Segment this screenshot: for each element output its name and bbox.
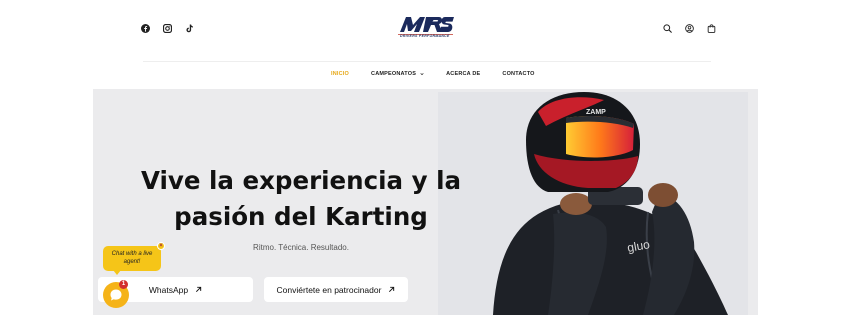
chevron-down-icon <box>420 73 424 76</box>
close-icon[interactable]: × <box>157 242 165 250</box>
hero-headline: Vive la experiencia y la pasión del Kart… <box>93 163 509 235</box>
social-links <box>141 24 194 33</box>
header-divider <box>143 61 711 62</box>
notification-badge: 1 <box>119 280 128 289</box>
search-icon[interactable] <box>662 23 672 33</box>
cart-icon[interactable] <box>706 23 716 33</box>
instagram-icon[interactable] <box>163 24 172 33</box>
nav-item-inicio[interactable]: INICIO <box>331 71 349 77</box>
main-nav: INICIO CAMPEONATOS ACERCA DE CONTACTO <box>331 71 535 77</box>
sponsor-button[interactable]: Conviértete en patrocinador <box>264 277 408 302</box>
arrow-up-right-icon <box>389 286 395 293</box>
hero-headline-line1: Vive la experiencia y la <box>140 166 462 195</box>
tiktok-icon[interactable] <box>185 24 194 33</box>
helmet-brand-text: ZAMP <box>586 109 606 116</box>
hero-headline-line2: pasión del Karting <box>174 202 428 231</box>
chat-bubble[interactable]: Chat with a live agent! <box>103 246 161 271</box>
whatsapp-button-label: WhatsApp <box>148 284 189 295</box>
chat-bubble-tail <box>113 270 121 275</box>
nav-item-contacto[interactable]: CONTACTO <box>502 71 534 77</box>
brand-logo-subtitle: DRIVERS PERFORMANCE <box>400 34 450 38</box>
nav-item-acerca-de[interactable]: ACERCA DE <box>446 71 480 77</box>
nav-item-label: CAMPEONATOS <box>371 71 417 77</box>
arrow-up-right-icon <box>196 286 202 293</box>
sponsor-button-label: Conviértete en patrocinador <box>276 284 382 295</box>
user-icon[interactable] <box>684 23 694 33</box>
facebook-icon[interactable] <box>141 24 150 33</box>
header-tools <box>662 23 716 33</box>
nav-item-campeonatos[interactable]: CAMPEONATOS <box>371 71 424 77</box>
page: DRIVERS PERFORMANCE INICIO CAMPEONATOS A… <box>0 0 851 315</box>
chat-icon <box>110 289 122 301</box>
